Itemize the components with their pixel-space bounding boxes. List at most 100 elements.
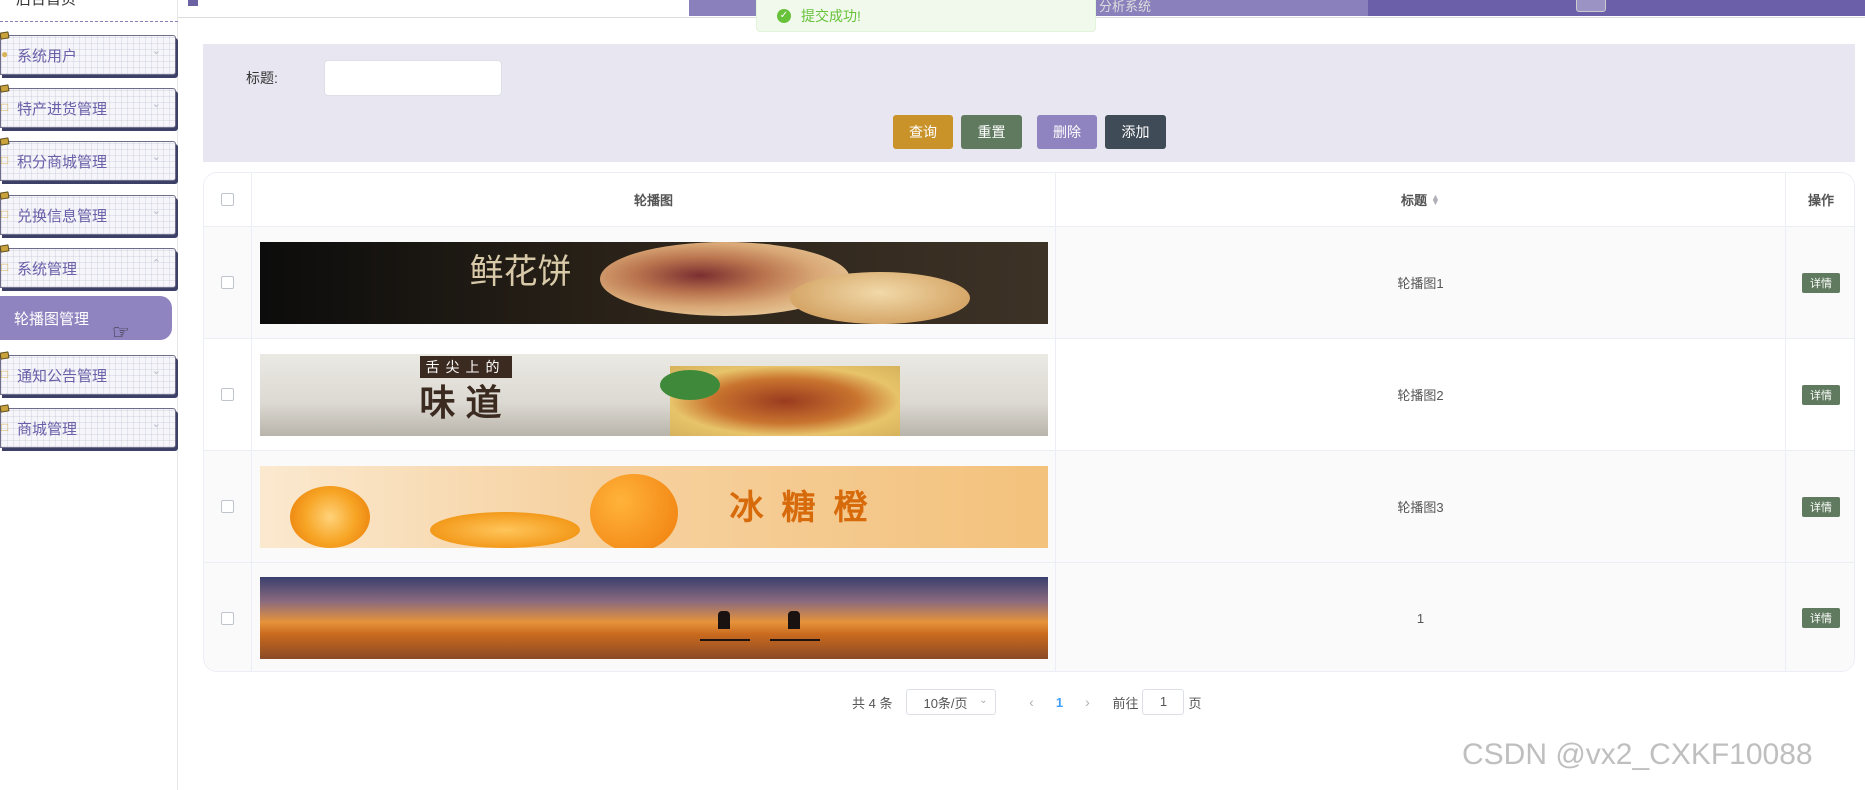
watermark: CSDN @vx2_CXKF10088 bbox=[1462, 738, 1813, 771]
orange-banner-image: 冰糖橙 bbox=[259, 465, 1048, 548]
title-cell: 轮播图1 bbox=[1056, 227, 1786, 338]
pagination-total: 共 4 条 bbox=[852, 695, 893, 711]
reset-button[interactable]: 重置 bbox=[961, 115, 1022, 149]
pagination: 共 4 条 10条/页 ⌄ ‹ 1 › 前往 1 页 bbox=[852, 689, 1202, 715]
user-avatar-icon[interactable] bbox=[1576, 0, 1606, 12]
detail-button[interactable]: 详情 bbox=[1802, 608, 1840, 628]
sidebar-item-carousel-management[interactable]: 轮播图管理 bbox=[0, 296, 172, 340]
select-all-cell bbox=[204, 173, 252, 226]
list-icon: □ bbox=[1, 420, 9, 434]
chevron-down-icon: ⌄ bbox=[151, 365, 161, 377]
actions-cell: 详情 bbox=[1786, 227, 1854, 338]
hand-cursor-icon: ☞ bbox=[112, 322, 130, 344]
column-header-title[interactable]: 标题 ▲ ▼ bbox=[1056, 173, 1786, 226]
title-cell: 轮播图2 bbox=[1056, 339, 1786, 450]
sidebar: 后台首页 ● 系统用户 ⌄ □ 特产进货管理 ⌄ □ 积分商城管理 ⌄ □ 兑换… bbox=[0, 0, 178, 790]
list-icon: □ bbox=[1, 100, 9, 114]
add-button[interactable]: 添加 bbox=[1105, 115, 1166, 149]
column-header-title-label: 标题 bbox=[1401, 193, 1428, 208]
sidebar-item-label: 积分商城管理 bbox=[17, 153, 108, 171]
carousel-image-cell: 鲜花饼 bbox=[252, 227, 1056, 338]
actions-cell: 详情 bbox=[1786, 339, 1854, 450]
table-header: 轮播图 标题 ▲ ▼ 操作 bbox=[204, 173, 1854, 227]
sidebar-item-home[interactable]: 后台首页 bbox=[0, 0, 178, 22]
chevron-down-icon: ⌄ bbox=[151, 205, 161, 217]
next-page-button[interactable]: › bbox=[1074, 694, 1100, 710]
row-checkbox[interactable] bbox=[221, 611, 234, 625]
settings-icon: □ bbox=[1, 260, 9, 274]
row-select-cell bbox=[204, 339, 252, 450]
folder-tab-icon bbox=[0, 244, 10, 253]
title-filter-label: 标题: bbox=[246, 70, 278, 86]
user-icon: ● bbox=[1, 47, 9, 61]
sidebar-item-system-management[interactable]: □ 系统管理 ⌃ bbox=[0, 244, 176, 288]
title-filter-input[interactable] bbox=[324, 60, 502, 96]
banner-title-text: 冰糖橙 bbox=[729, 487, 886, 528]
page-number-current[interactable]: 1 bbox=[1044, 695, 1074, 710]
table-row: 冰糖橙 轮播图3 详情 bbox=[204, 451, 1854, 563]
prev-page-button[interactable]: ‹ bbox=[1018, 694, 1044, 710]
carousel-image-cell: 舌尖上的 味道 bbox=[252, 339, 1056, 450]
mooncake-banner-image: 鲜花饼 bbox=[259, 241, 1048, 324]
success-toast: ✓ 提交成功! bbox=[756, 0, 1096, 32]
mooncake-shape bbox=[789, 271, 970, 324]
folder-tab-icon bbox=[0, 191, 10, 200]
cyclist-silhouette bbox=[699, 611, 750, 641]
sidebar-item-points-mall[interactable]: □ 积分商城管理 ⌄ bbox=[0, 137, 176, 181]
orange-slice-shape bbox=[289, 485, 370, 548]
sidebar-item-notice-management[interactable]: □ 通知公告管理 ⌄ bbox=[0, 351, 176, 395]
list-icon: □ bbox=[1, 207, 9, 221]
menu-toggle-icon[interactable] bbox=[188, 0, 198, 6]
actions-cell: 详情 bbox=[1786, 451, 1854, 562]
row-select-cell bbox=[204, 451, 252, 562]
row-checkbox[interactable] bbox=[221, 388, 234, 401]
top-bar-user-strip bbox=[1368, 0, 1865, 16]
sidebar-item-system-users[interactable]: ● 系统用户 ⌄ bbox=[0, 31, 176, 75]
sort-icon[interactable]: ▲ ▼ bbox=[1431, 192, 1440, 206]
select-all-checkbox[interactable] bbox=[221, 193, 234, 206]
delete-button[interactable]: 删除 bbox=[1037, 115, 1097, 149]
sidebar-item-exchange-info[interactable]: □ 兑换信息管理 ⌄ bbox=[0, 191, 176, 235]
sidebar-item-label: 系统用户 bbox=[17, 47, 78, 65]
folder-tab-icon bbox=[0, 404, 10, 413]
detail-button[interactable]: 详情 bbox=[1802, 496, 1840, 517]
toast-message: 提交成功! bbox=[801, 7, 861, 24]
sunset-cyclists-banner-image bbox=[259, 577, 1048, 659]
crayfish-banner-image: 舌尖上的 味道 bbox=[259, 353, 1048, 436]
goto-label: 前往 bbox=[1112, 695, 1139, 711]
lotus-leaf-shape bbox=[659, 369, 720, 400]
folder-tab-icon bbox=[0, 84, 10, 93]
chevron-up-icon: ⌃ bbox=[151, 258, 161, 270]
list-icon: □ bbox=[1, 367, 9, 381]
cyclist-silhouette bbox=[769, 611, 820, 641]
table-row: 鲜花饼 轮播图1 详情 bbox=[204, 227, 1854, 339]
chevron-down-icon: ⌄ bbox=[151, 98, 161, 110]
search-panel: 标题: 查询 重置 删除 添加 bbox=[203, 44, 1855, 162]
detail-button[interactable]: 详情 bbox=[1802, 272, 1840, 293]
carousel-table: 轮播图 标题 ▲ ▼ 操作 鲜花饼 轮播图1 详情 舌尖上的 味道 轮播图2 详… bbox=[203, 172, 1855, 672]
page-suffix-label: 页 bbox=[1188, 695, 1202, 711]
goto-page-input[interactable]: 1 bbox=[1142, 689, 1185, 715]
sidebar-item-label: 系统管理 bbox=[17, 260, 78, 278]
table-row: 1 详情 bbox=[204, 563, 1854, 671]
column-header-image: 轮播图 bbox=[252, 173, 1056, 226]
page-size-select[interactable]: 10条/页 ⌄ bbox=[906, 689, 997, 715]
chevron-down-icon: ⌄ bbox=[151, 45, 161, 57]
row-select-cell bbox=[204, 563, 252, 671]
column-header-actions: 操作 bbox=[1807, 193, 1834, 208]
query-button[interactable]: 查询 bbox=[893, 115, 953, 149]
row-checkbox[interactable] bbox=[221, 500, 234, 513]
row-checkbox[interactable] bbox=[221, 276, 234, 289]
sidebar-item-mall-management[interactable]: □ 商城管理 ⌄ bbox=[0, 404, 176, 448]
banner-calligraphy-text: 鲜花饼 bbox=[469, 251, 572, 292]
sidebar-item-label: 特产进货管理 bbox=[17, 100, 108, 118]
system-title: 分析系统 bbox=[1099, 0, 1152, 14]
banner-title-text: 味道 bbox=[419, 381, 512, 424]
sidebar-item-label: 商城管理 bbox=[17, 420, 78, 438]
chevron-down-icon: ⌄ bbox=[151, 418, 161, 430]
actions-cell: 详情 bbox=[1786, 563, 1854, 671]
title-cell: 1 bbox=[1056, 563, 1786, 671]
detail-button[interactable]: 详情 bbox=[1802, 384, 1840, 405]
sidebar-item-specialty-purchase[interactable]: □ 特产进货管理 ⌄ bbox=[0, 84, 176, 128]
table-row: 舌尖上的 味道 轮播图2 详情 bbox=[204, 339, 1854, 451]
